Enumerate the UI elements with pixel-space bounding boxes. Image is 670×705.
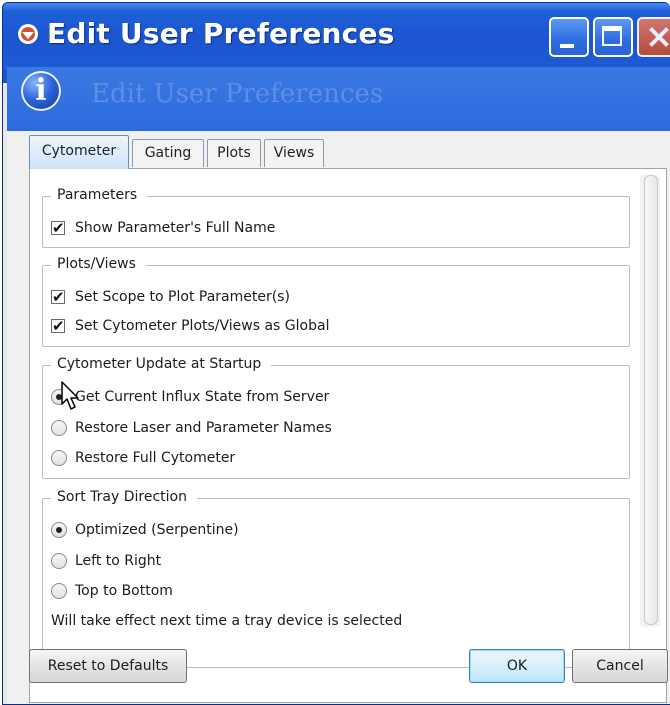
tab-gating[interactable]: Gating <box>132 139 204 167</box>
cytometer-tab-panel: Parameters Show Parameter's Full Name Pl… <box>29 168 667 703</box>
radio-label: Restore Laser and Parameter Names <box>75 420 332 436</box>
plots-views-legend: Plots/Views <box>51 256 146 272</box>
dialog-client-area: i Edit User Preferences Cytometer Gating… <box>7 67 670 704</box>
startup-legend: Cytometer Update at Startup <box>51 356 272 372</box>
checkbox-label: Show Parameter's Full Name <box>75 220 276 236</box>
minimize-icon[interactable] <box>549 17 589 57</box>
tab-cytometer[interactable]: Cytometer <box>29 135 129 169</box>
radio-label: Top to Bottom <box>75 583 173 599</box>
dialog-header: i Edit User Preferences <box>7 67 670 131</box>
mouse-cursor-icon <box>61 381 79 410</box>
sort-tray-legend: Sort Tray Direction <box>51 489 197 505</box>
radio-unselected-icon[interactable] <box>51 450 67 466</box>
sort-tray-group: Sort Tray Direction Optimized (Serpentin… <box>42 489 630 668</box>
maximize-icon[interactable] <box>593 17 633 57</box>
dialog-footer: Reset to Defaults OK Cancel <box>7 649 670 704</box>
radio-selected-icon[interactable] <box>51 522 67 538</box>
app-icon <box>18 24 38 44</box>
info-icon: i <box>21 71 61 111</box>
dialog-header-title: Edit User Preferences <box>91 79 384 109</box>
radio-label: Optimized (Serpentine) <box>75 522 239 538</box>
parameters-legend: Parameters <box>51 187 148 203</box>
window-title: Edit User Preferences <box>47 17 395 50</box>
title-bar[interactable]: Edit User Preferences <box>3 3 670 69</box>
radio-unselected-icon[interactable] <box>51 583 67 599</box>
reset-to-defaults-button[interactable]: Reset to Defaults <box>29 649 187 683</box>
parameters-group: Parameters Show Parameter's Full Name <box>42 187 630 248</box>
radio-label: Get Current Influx State from Server <box>75 389 330 405</box>
vertical-scrollbar[interactable] <box>640 175 660 627</box>
sort-tray-note: Will take effect next time a tray device… <box>51 613 403 629</box>
scrollbar-thumb[interactable] <box>644 175 658 625</box>
checkbox-label: Set Cytometer Plots/Views as Global <box>75 318 330 334</box>
checkbox-label: Set Scope to Plot Parameter(s) <box>75 289 290 305</box>
tab-plots[interactable]: Plots <box>207 139 261 167</box>
radio-unselected-icon[interactable] <box>51 553 67 569</box>
plots-views-group: Plots/Views Set Scope to Plot Parameter(… <box>42 256 630 347</box>
checkbox-checked-icon[interactable] <box>51 217 65 239</box>
preferences-window: Edit User Preferences i Edit User Prefer… <box>2 2 670 705</box>
cancel-button[interactable]: Cancel <box>572 649 668 683</box>
checkbox-checked-icon[interactable] <box>51 286 65 308</box>
checkbox-checked-icon[interactable] <box>51 315 65 337</box>
radio-label: Left to Right <box>75 553 162 569</box>
close-icon[interactable] <box>637 17 670 57</box>
ok-button[interactable]: OK <box>469 649 565 683</box>
radio-unselected-icon[interactable] <box>51 420 67 436</box>
radio-label: Restore Full Cytometer <box>75 450 236 466</box>
tab-views[interactable]: Views <box>264 139 324 167</box>
startup-update-group: Cytometer Update at Startup Get Current … <box>42 356 630 479</box>
